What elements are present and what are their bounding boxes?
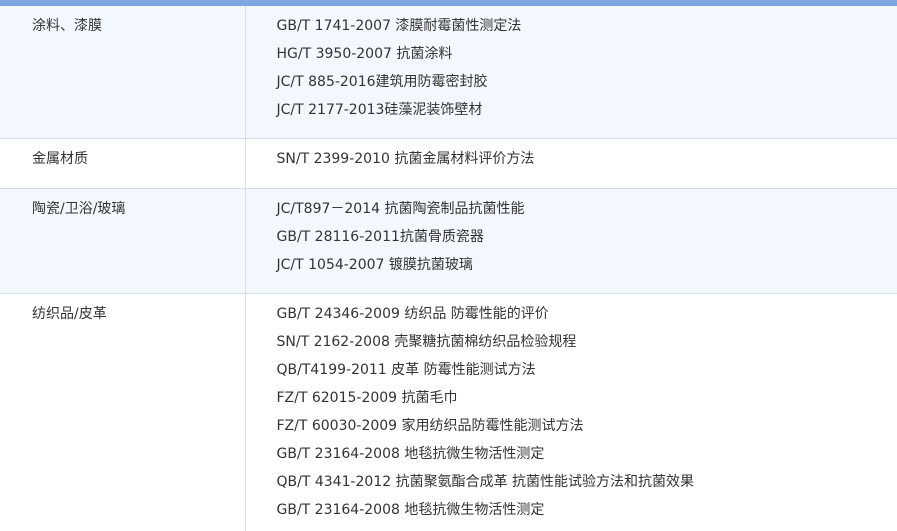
standard-item: SN/T 2399-2010 抗菌金属材料评价方法 [276, 151, 535, 167]
standards-cell: JC/T897－2014 抗菌陶瓷制品抗菌性能 GB/T 28116-2011抗… [245, 188, 897, 294]
standard-item: JC/T897－2014 抗菌陶瓷制品抗菌性能 [276, 201, 525, 217]
standard-item: JC/T 1054-2007 镀膜抗菌玻璃 [276, 257, 473, 273]
standard-item: FZ/T 60030-2009 家用纺织品防霉性能测试方法 [276, 418, 584, 434]
standard-item: QB/T4199-2011 皮革 防霉性能测试方法 [276, 362, 536, 378]
category-label: 金属材质 [32, 151, 88, 167]
category-cell: 纺织品/皮革 [0, 293, 246, 531]
category-cell: 金属材质 [0, 138, 246, 189]
standards-cell: SN/T 2399-2010 抗菌金属材料评价方法 [245, 138, 897, 189]
standard-item: SN/T 2162-2008 壳聚糖抗菌棉纺织品检验规程 [276, 334, 577, 350]
category-label: 陶瓷/卫浴/玻璃 [32, 201, 126, 217]
table-row: 纺织品/皮革 GB/T 24346-2009 纺织品 防霉性能的评价 SN/T … [0, 293, 897, 531]
category-label: 涂料、漆膜 [32, 18, 102, 34]
category-label: 纺织品/皮革 [32, 306, 107, 322]
standard-item: FZ/T 62015-2009 抗菌毛巾 [276, 390, 458, 406]
category-cell: 涂料、漆膜 [0, 6, 246, 139]
table-row: 金属材质 SN/T 2399-2010 抗菌金属材料评价方法 [0, 138, 897, 189]
standard-item: GB/T 23164-2008 地毯抗微生物活性测定 [276, 502, 545, 518]
standard-item: GB/T 28116-2011抗菌骨质瓷器 [276, 229, 484, 245]
category-cell: 陶瓷/卫浴/玻璃 [0, 188, 246, 294]
table-row: 涂料、漆膜 GB/T 1741-2007 漆膜耐霉菌性测定法 HG/T 3950… [0, 6, 897, 139]
standard-item: JC/T 885-2016建筑用防霉密封胶 [276, 74, 488, 90]
standards-cell: GB/T 1741-2007 漆膜耐霉菌性测定法 HG/T 3950-2007 … [245, 6, 897, 139]
standards-table: 涂料、漆膜 GB/T 1741-2007 漆膜耐霉菌性测定法 HG/T 3950… [0, 6, 897, 531]
standard-item: HG/T 3950-2007 抗菌涂料 [276, 46, 453, 62]
standard-item: GB/T 24346-2009 纺织品 防霉性能的评价 [276, 306, 549, 322]
standards-cell: GB/T 24346-2009 纺织品 防霉性能的评价 SN/T 2162-20… [245, 293, 897, 531]
standards-table-container: 涂料、漆膜 GB/T 1741-2007 漆膜耐霉菌性测定法 HG/T 3950… [0, 0, 897, 531]
standard-item: GB/T 1741-2007 漆膜耐霉菌性测定法 [276, 18, 522, 34]
standard-item: GB/T 23164-2008 地毯抗微生物活性测定 [276, 446, 545, 462]
standard-item: JC/T 2177-2013硅藻泥装饰壁材 [276, 102, 483, 118]
standard-item: QB/T 4341-2012 抗菌聚氨酯合成革 抗菌性能试验方法和抗菌效果 [276, 474, 695, 490]
table-row: 陶瓷/卫浴/玻璃 JC/T897－2014 抗菌陶瓷制品抗菌性能 GB/T 28… [0, 188, 897, 294]
